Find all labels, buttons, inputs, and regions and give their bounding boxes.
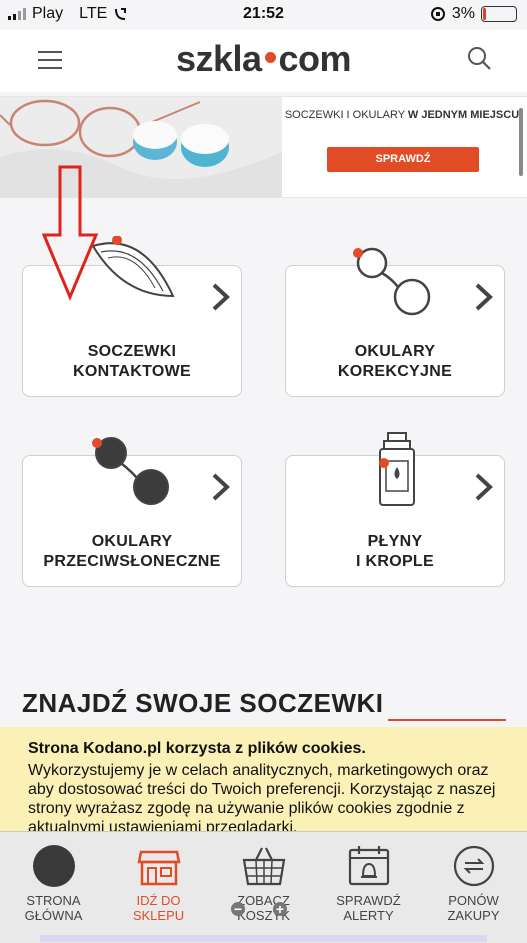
home-indicator	[40, 935, 487, 942]
nav-cart[interactable]: ZOBACZ KOSZYK − +	[211, 832, 316, 932]
nav-reorder[interactable]: PONÓW ZAKUPY	[421, 832, 526, 932]
fluid-bottle-icon	[379, 432, 415, 506]
orientation-lock-icon	[430, 7, 445, 21]
cookie-title: Strona Kodano.pl korzysta z plików cooki…	[28, 740, 366, 757]
chevron-right-icon	[475, 283, 493, 311]
category-label: PŁYNY I KROPLE	[356, 533, 434, 570]
repeat-icon	[453, 845, 495, 887]
basket-icon	[242, 847, 286, 886]
zoom-in-icon[interactable]: +	[273, 902, 287, 916]
category-sunglasses[interactable]: OKULARY PRZECIWSŁONECZNE	[22, 437, 242, 587]
chevron-right-icon	[212, 473, 230, 501]
nav-label: PONÓW ZAKUPY	[447, 893, 500, 923]
nav-shop[interactable]: IDŹ DO SKLEPU	[106, 832, 211, 932]
cookie-body: Wykorzystujemy je w celach analitycznych…	[28, 762, 496, 831]
bottom-navigation: STRONA GŁÓWNA IDŹ DO SKLEPU ZOBACZ KOSZYK −…	[0, 831, 527, 943]
category-fluids-drops[interactable]: PŁYNY I KROPLE	[285, 432, 505, 587]
category-label: OKULARY PRZECIWSŁONECZNE	[43, 533, 221, 570]
nav-home[interactable]: STRONA GŁÓWNA	[1, 832, 106, 932]
shop-icon	[137, 850, 181, 886]
cookie-banner[interactable]: Strona Kodano.pl korzysta z plików cooki…	[0, 727, 527, 831]
site-logo[interactable]: szkla com	[0, 38, 527, 80]
banner-check-button[interactable]: SPRAWDŹ	[327, 147, 479, 172]
calendar-bell-icon	[348, 846, 390, 886]
nav-alerts[interactable]: SPRAWDŹ ALERTY	[316, 832, 421, 932]
nav-label: ZOBACZ KOSZYK	[237, 893, 290, 923]
zoom-out-icon[interactable]: −	[231, 902, 245, 916]
chevron-right-icon	[212, 283, 230, 311]
category-label: SOCZEWKI KONTAKTOWE	[73, 343, 191, 380]
chevron-right-icon	[475, 473, 493, 501]
nav-label: SPRAWDŹ ALERTY	[336, 893, 401, 923]
nav-label: IDŹ DO SKLEPU	[132, 893, 185, 923]
search-icon[interactable]	[466, 45, 492, 71]
section-heading: ZNAJDŹ SWOJE SOCZEWKI	[22, 688, 384, 718]
status-right: 3%	[430, 5, 517, 23]
nav-label: STRONA GŁÓWNA	[24, 893, 83, 923]
category-label: OKULARY KOREKCYJNE	[337, 343, 453, 380]
banner-scrollbar[interactable]	[519, 108, 523, 176]
category-corrective-glasses[interactable]: OKULARY KOREKCYJNE	[285, 247, 505, 397]
status-bar: Play LTE 21:52 3%	[0, 0, 527, 30]
battery-percent: 3%	[451, 5, 475, 22]
sunglasses-icon	[92, 437, 169, 505]
banner-headline: SOCZEWKI I OKULARY W JEDNYM MIEJSCU	[284, 109, 520, 121]
home-icon	[33, 845, 75, 887]
glasses-icon	[353, 247, 431, 316]
app-header: szkla com	[0, 30, 527, 92]
battery-icon	[481, 6, 517, 22]
heading-accent-line	[388, 719, 506, 721]
annotation-arrow-icon	[41, 165, 99, 301]
